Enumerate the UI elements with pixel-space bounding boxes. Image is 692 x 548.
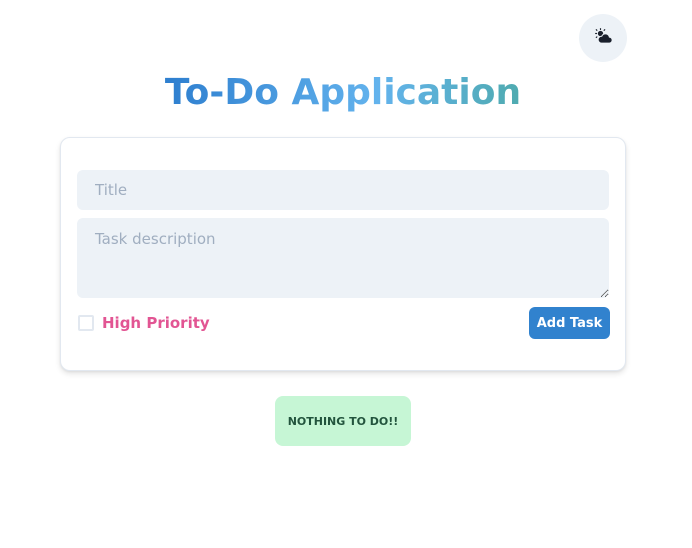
high-priority-checkbox[interactable]: [78, 315, 94, 331]
high-priority-toggle[interactable]: High Priority: [78, 314, 210, 332]
app-page: To-Do Application High Priority Add Task…: [0, 0, 692, 548]
description-textarea[interactable]: [77, 218, 609, 298]
page-title: To-Do Application: [0, 70, 686, 116]
empty-tasks-message: NOTHING TO DO!!: [275, 396, 411, 446]
cloud-sun-icon: [593, 26, 613, 50]
title-input[interactable]: [77, 170, 609, 210]
theme-toggle-button[interactable]: [579, 14, 627, 62]
add-task-form: High Priority Add Task: [60, 137, 626, 371]
high-priority-label: High Priority: [102, 314, 210, 332]
add-task-button[interactable]: Add Task: [529, 307, 610, 339]
